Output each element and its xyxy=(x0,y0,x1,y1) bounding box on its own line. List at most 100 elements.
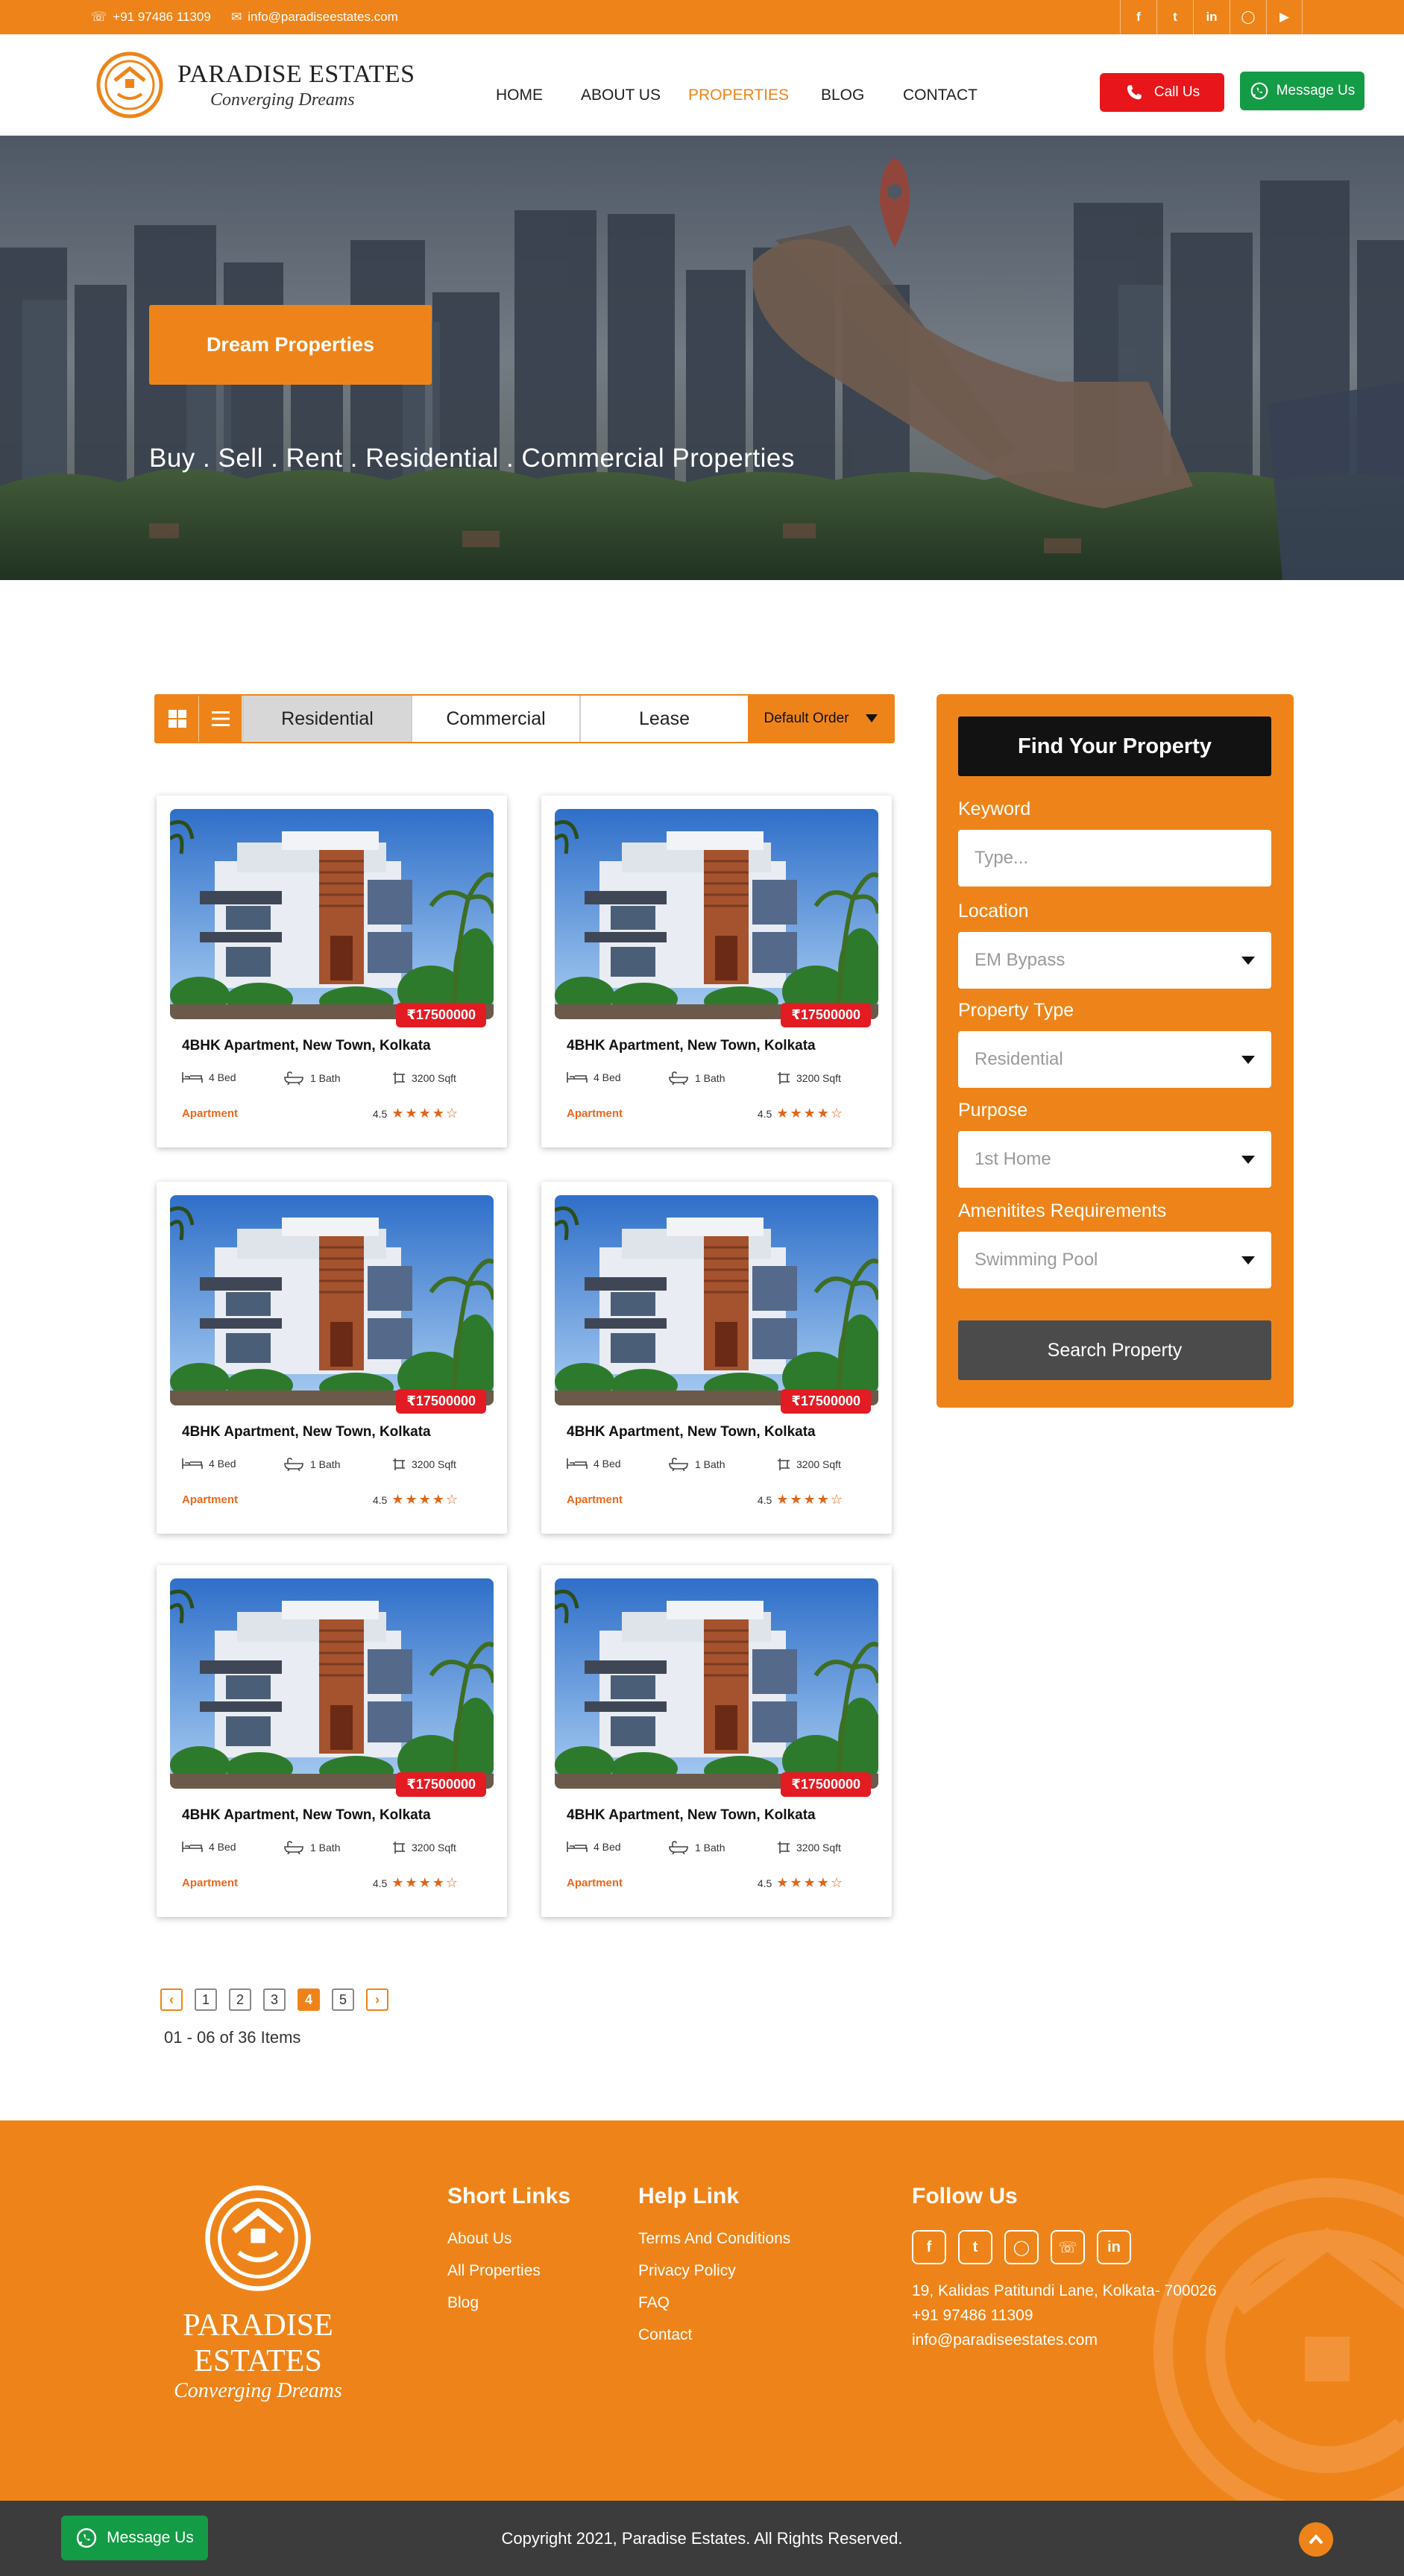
call-us-button[interactable]: Call Us xyxy=(1100,73,1224,112)
follow-us-title: Follow Us xyxy=(912,2184,1018,2208)
footer-link-faq[interactable]: FAQ xyxy=(638,2294,790,2312)
property-type[interactable]: Apartment xyxy=(182,1107,238,1120)
nav-blog[interactable]: BLOG xyxy=(821,86,864,104)
logo[interactable]: PARADISE ESTATES Converging Dreams xyxy=(95,51,415,119)
bed-feature: 4 Bed xyxy=(182,1458,236,1470)
amenities-select[interactable]: Swimming Pool xyxy=(958,1232,1271,1288)
property-card[interactable]: ₹17500000 4BHK Apartment, New Town, Kolk… xyxy=(157,1182,507,1534)
list-icon xyxy=(211,711,230,726)
dream-properties-badge[interactable]: Dream Properties xyxy=(149,305,432,385)
sort-order-dropdown[interactable]: Default Order xyxy=(748,696,893,742)
property-image[interactable] xyxy=(555,809,878,1019)
topbar-phone[interactable]: ☏ +91 97486 11309 xyxy=(91,10,211,25)
page-2-button[interactable]: 2 xyxy=(229,1988,251,2011)
instagram-icon[interactable]: ◯ xyxy=(1230,0,1266,34)
property-image[interactable] xyxy=(170,1578,494,1789)
topbar-phone-text: +91 97486 11309 xyxy=(113,10,211,24)
footer-logo-mark-icon xyxy=(205,2185,311,2291)
footer-brand-title: PARADISE ESTATES xyxy=(183,2308,333,2378)
topbar-email[interactable]: ✉ info@paradiseestates.com xyxy=(231,10,398,25)
property-type[interactable]: Apartment xyxy=(182,1493,238,1506)
property-title[interactable]: 4BHK Apartment, New Town, Kolkata xyxy=(567,1807,816,1824)
footer-phone[interactable]: +91 97486 11309 xyxy=(912,2307,1217,2325)
property-title[interactable]: 4BHK Apartment, New Town, Kolkata xyxy=(567,1038,816,1054)
property-title[interactable]: 4BHK Apartment, New Town, Kolkata xyxy=(567,1424,816,1440)
floating-message-us-button[interactable]: Message Us xyxy=(61,2516,208,2560)
amenities-value: Swimming Pool xyxy=(975,1250,1098,1270)
facebook-icon[interactable]: f xyxy=(912,2230,946,2264)
whatsapp-icon[interactable]: ☏ xyxy=(1051,2230,1085,2264)
tab-commercial[interactable]: Commercial xyxy=(411,696,579,742)
help-links-title: Help Link xyxy=(638,2184,740,2208)
whatsapp-icon xyxy=(1250,82,1268,100)
prev-page-button[interactable]: ‹ xyxy=(160,1988,183,2011)
nav-about-us[interactable]: ABOUT US xyxy=(581,86,661,104)
bed-feature: 4 Bed xyxy=(567,1841,621,1853)
purpose-select[interactable]: 1st Home xyxy=(958,1131,1271,1188)
property-card[interactable]: ₹17500000 4BHK Apartment, New Town, Kolk… xyxy=(157,1565,507,1917)
sort-order-label: Default Order xyxy=(764,711,849,726)
property-title[interactable]: 4BHK Apartment, New Town, Kolkata xyxy=(182,1038,431,1054)
footer-socials: f t ◯ ☏ in xyxy=(912,2230,1217,2264)
property-type[interactable]: Apartment xyxy=(567,1107,623,1120)
footer-link-all-properties[interactable]: All Properties xyxy=(447,2262,570,2280)
property-image[interactable] xyxy=(555,1578,878,1789)
linkedin-icon[interactable]: in xyxy=(1097,2230,1131,2264)
property-image[interactable] xyxy=(555,1195,878,1405)
twitter-icon[interactable]: t xyxy=(1156,0,1193,34)
property-image[interactable] xyxy=(170,1195,494,1405)
nav-home[interactable]: HOME xyxy=(496,86,543,104)
amenities-label: Amenitites Requirements xyxy=(958,1200,1167,1221)
list-view-button[interactable] xyxy=(199,696,242,742)
property-card[interactable]: ₹17500000 4BHK Apartment, New Town, Kolk… xyxy=(157,796,507,1147)
tab-lease[interactable]: Lease xyxy=(579,696,748,742)
bed-icon xyxy=(567,1458,588,1469)
tab-residential[interactable]: Residential xyxy=(242,696,411,742)
property-title[interactable]: 4BHK Apartment, New Town, Kolkata xyxy=(182,1807,431,1824)
property-type[interactable]: Apartment xyxy=(567,1877,623,1889)
nav-contact[interactable]: CONTACT xyxy=(903,86,978,104)
grid-view-button[interactable] xyxy=(156,696,199,742)
footer-link-contact[interactable]: Contact xyxy=(638,2326,790,2344)
next-page-button[interactable]: › xyxy=(366,1988,388,2011)
keyword-input[interactable]: Type... xyxy=(958,830,1271,887)
location-select[interactable]: EM Bypass xyxy=(958,932,1271,989)
twitter-icon[interactable]: t xyxy=(958,2230,992,2264)
footer-link-blog[interactable]: Blog xyxy=(447,2294,570,2312)
bath-feature: 1 Bath xyxy=(668,1841,725,1854)
footer-link-about-us[interactable]: About Us xyxy=(447,2230,570,2248)
search-property-button[interactable]: Search Property xyxy=(958,1320,1271,1380)
property-title[interactable]: 4BHK Apartment, New Town, Kolkata xyxy=(182,1424,431,1440)
footer-email[interactable]: info@paradiseestates.com xyxy=(912,2331,1217,2349)
property-card[interactable]: ₹17500000 4BHK Apartment, New Town, Kolk… xyxy=(541,796,892,1147)
facebook-icon[interactable]: f xyxy=(1120,0,1156,34)
property-type[interactable]: Apartment xyxy=(182,1877,238,1889)
youtube-icon[interactable]: ▶ xyxy=(1266,0,1303,34)
footer-logo[interactable]: PARADISE ESTATES Converging Dreams xyxy=(139,2183,377,2403)
page-4-button[interactable]: 4 xyxy=(298,1988,320,2011)
property-type[interactable]: Apartment xyxy=(567,1493,623,1506)
brand-title: PARADISE ESTATES xyxy=(177,60,415,88)
scroll-to-top-button[interactable] xyxy=(1299,2522,1333,2557)
page-5-button[interactable]: 5 xyxy=(332,1988,354,2011)
instagram-icon[interactable]: ◯ xyxy=(1004,2230,1039,2264)
page-1-button[interactable]: 1 xyxy=(195,1988,217,2011)
footer-link-terms[interactable]: Terms And Conditions xyxy=(638,2230,790,2248)
property-type-select[interactable]: Residential xyxy=(958,1031,1271,1088)
footer-help-links: Help Link Terms And Conditions Privacy P… xyxy=(638,2184,790,2358)
property-card[interactable]: ₹17500000 4BHK Apartment, New Town, Kolk… xyxy=(541,1565,892,1917)
chevron-down-icon xyxy=(1241,1055,1255,1064)
footer-link-privacy[interactable]: Privacy Policy xyxy=(638,2262,790,2280)
property-image[interactable] xyxy=(170,809,494,1019)
property-search-panel: Find Your Property Keyword Type... Locat… xyxy=(936,694,1294,1408)
page-3-button[interactable]: 3 xyxy=(263,1988,286,2011)
price-badge: ₹17500000 xyxy=(396,1003,486,1027)
message-us-button[interactable]: Message Us xyxy=(1240,72,1364,110)
linkedin-icon[interactable]: in xyxy=(1193,0,1230,34)
bed-icon xyxy=(182,1842,203,1852)
property-rating: 4.5 ★★★★☆ xyxy=(373,1875,459,1891)
nav-properties[interactable]: PROPERTIES xyxy=(688,86,789,104)
short-links-title: Short Links xyxy=(447,2184,571,2208)
bed-feature: 4 Bed xyxy=(182,1071,236,1083)
property-card[interactable]: ₹17500000 4BHK Apartment, New Town, Kolk… xyxy=(541,1182,892,1534)
